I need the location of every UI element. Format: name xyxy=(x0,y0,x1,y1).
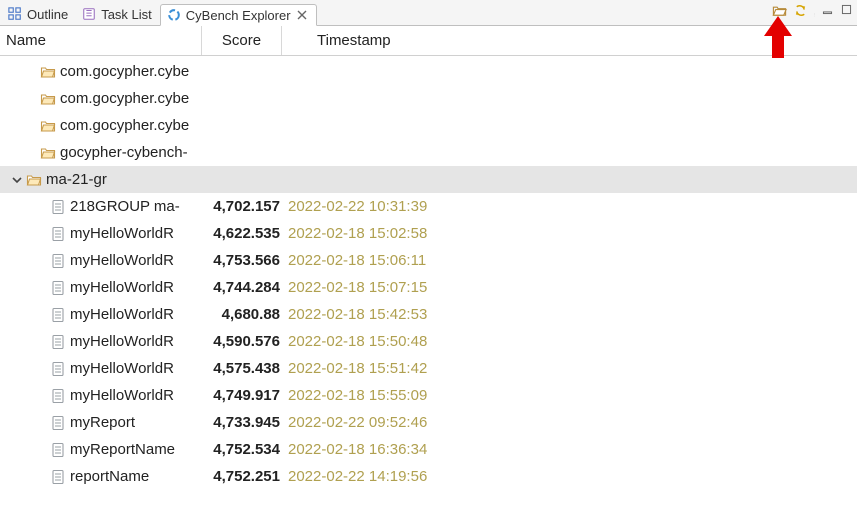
report-name: myHelloWorldR xyxy=(70,252,174,269)
report-score: 4,575.438 xyxy=(202,360,282,377)
report-name: myHelloWorldR xyxy=(70,387,174,404)
report-name: myHelloWorldR xyxy=(70,225,174,242)
report-row[interactable]: 218GROUP ma- 4,702.1572022-02-22 10:31:39 xyxy=(0,193,857,220)
refresh-icon[interactable] xyxy=(793,3,808,18)
maximize-icon[interactable] xyxy=(840,3,853,18)
report-row[interactable]: myHelloWorldR 4,744.2842022-02-18 15:07:1… xyxy=(0,274,857,301)
file-icon xyxy=(50,469,66,485)
report-score: 4,702.157 xyxy=(202,198,282,215)
folder-label: com.gocypher.cybe xyxy=(60,63,189,80)
report-tree: com.gocypher.cybe com.gocypher.cybe com.go… xyxy=(0,56,857,490)
cybench-icon xyxy=(167,8,181,22)
report-score: 4,590.576 xyxy=(202,333,282,350)
tab-outline[interactable]: Outline xyxy=(2,3,76,25)
report-timestamp: 2022-02-18 15:06:11 xyxy=(282,252,462,269)
report-timestamp: 2022-02-18 16:36:34 xyxy=(282,441,462,458)
folder-row[interactable]: com.gocypher.cybe xyxy=(0,58,857,85)
report-row[interactable]: myHelloWorldR 4,680.882022-02-18 15:42:53 xyxy=(0,301,857,328)
column-header-row: Name Score Timestamp xyxy=(0,26,857,56)
column-header-name[interactable]: Name xyxy=(0,26,202,55)
file-icon xyxy=(50,388,66,404)
file-icon xyxy=(50,253,66,269)
report-row[interactable]: myReportName 4,752.5342022-02-18 16:36:34 xyxy=(0,436,857,463)
tab-task-list[interactable]: Task List xyxy=(76,3,160,25)
report-timestamp: 2022-02-18 15:02:58 xyxy=(282,225,462,242)
column-header-timestamp[interactable]: Timestamp xyxy=(282,26,462,55)
report-score: 4,680.88 xyxy=(202,306,282,323)
report-score: 4,733.945 xyxy=(202,414,282,431)
report-row[interactable]: myHelloWorldR 4,590.5762022-02-18 15:50:4… xyxy=(0,328,857,355)
report-row[interactable]: reportName 4,752.2512022-02-22 14:19:56 xyxy=(0,463,857,490)
tab-label: CyBench Explorer xyxy=(186,8,291,23)
report-timestamp: 2022-02-18 15:07:15 xyxy=(282,279,462,296)
tab-cybench-explorer[interactable]: CyBench Explorer xyxy=(160,4,317,26)
folder-row[interactable]: ma-21-gr xyxy=(0,166,857,193)
report-score: 4,753.566 xyxy=(202,252,282,269)
folder-icon xyxy=(40,91,56,107)
view-tab-bar: Outline Task List CyBench Explorer xyxy=(0,0,857,26)
report-timestamp: 2022-02-18 15:55:09 xyxy=(282,387,462,404)
report-score: 4,752.251 xyxy=(202,468,282,485)
view-toolbar xyxy=(772,3,853,18)
close-icon[interactable] xyxy=(296,9,308,21)
toolbar-separator xyxy=(814,4,815,18)
report-row[interactable]: myHelloWorldR 4,749.9172022-02-18 15:55:0… xyxy=(0,382,857,409)
folder-label: gocypher-cybench- xyxy=(60,144,188,161)
report-score: 4,622.535 xyxy=(202,225,282,242)
report-timestamp: 2022-02-18 15:51:42 xyxy=(282,360,462,377)
file-icon xyxy=(50,226,66,242)
report-name: 218GROUP ma- xyxy=(70,198,180,215)
report-score: 4,749.917 xyxy=(202,387,282,404)
folder-icon xyxy=(40,145,56,161)
report-row[interactable]: myHelloWorldR 4,622.5352022-02-18 15:02:5… xyxy=(0,220,857,247)
file-icon xyxy=(50,361,66,377)
file-icon xyxy=(50,442,66,458)
folder-label: ma-21-gr xyxy=(46,171,107,188)
report-row[interactable]: myReport 4,733.9452022-02-22 09:52:46 xyxy=(0,409,857,436)
folder-icon xyxy=(40,118,56,134)
file-icon xyxy=(50,334,66,350)
report-name: myReportName xyxy=(70,441,175,458)
folder-row[interactable]: com.gocypher.cybe xyxy=(0,85,857,112)
open-folder-icon[interactable] xyxy=(772,3,787,18)
report-timestamp: 2022-02-22 09:52:46 xyxy=(282,414,462,431)
report-name: myReport xyxy=(70,414,135,431)
report-timestamp: 2022-02-18 15:50:48 xyxy=(282,333,462,350)
chevron-down-icon[interactable] xyxy=(10,173,24,187)
tasklist-icon xyxy=(82,7,96,21)
column-header-score[interactable]: Score xyxy=(202,26,282,55)
report-timestamp: 2022-02-22 14:19:56 xyxy=(282,468,462,485)
report-name: myHelloWorldR xyxy=(70,306,174,323)
file-icon xyxy=(50,307,66,323)
tab-label: Outline xyxy=(27,7,68,22)
report-name: myHelloWorldR xyxy=(70,333,174,350)
file-icon xyxy=(50,415,66,431)
report-name: reportName xyxy=(70,468,149,485)
report-row[interactable]: myHelloWorldR 4,575.4382022-02-18 15:51:4… xyxy=(0,355,857,382)
report-timestamp: 2022-02-18 15:42:53 xyxy=(282,306,462,323)
report-score: 4,744.284 xyxy=(202,279,282,296)
folder-icon xyxy=(26,172,42,188)
folder-row[interactable]: com.gocypher.cybe xyxy=(0,112,857,139)
tab-label: Task List xyxy=(101,7,152,22)
folder-icon xyxy=(40,64,56,80)
report-row[interactable]: myHelloWorldR 4,753.5662022-02-18 15:06:1… xyxy=(0,247,857,274)
outline-icon xyxy=(8,7,22,21)
folder-label: com.gocypher.cybe xyxy=(60,117,189,134)
report-timestamp: 2022-02-22 10:31:39 xyxy=(282,198,462,215)
folder-label: com.gocypher.cybe xyxy=(60,90,189,107)
report-score: 4,752.534 xyxy=(202,441,282,458)
folder-row[interactable]: gocypher-cybench- xyxy=(0,139,857,166)
minimize-icon[interactable] xyxy=(821,3,834,18)
file-icon xyxy=(50,280,66,296)
report-name: myHelloWorldR xyxy=(70,279,174,296)
report-name: myHelloWorldR xyxy=(70,360,174,377)
file-icon xyxy=(50,199,66,215)
